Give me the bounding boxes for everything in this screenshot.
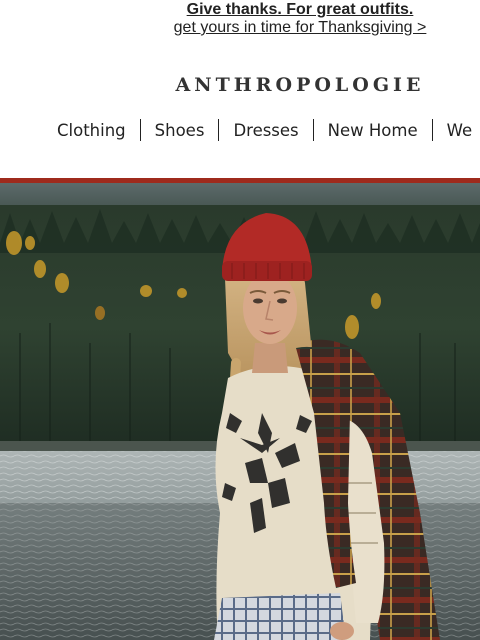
nav-separator — [431, 119, 433, 141]
nav-item-new-home[interactable]: New Home — [328, 121, 418, 140]
nav-item-shoes[interactable]: Shoes — [155, 121, 205, 140]
main-nav: Clothing Shoes Dresses New Home We — [57, 119, 472, 141]
nav-item-dresses[interactable]: Dresses — [233, 121, 298, 140]
hero-image[interactable] — [0, 183, 480, 640]
site-logo[interactable]: ANTHROPOLOGIE — [0, 74, 480, 96]
hero-photo — [0, 183, 480, 640]
nav-item-wedding[interactable]: We — [447, 121, 473, 140]
nav-separator — [139, 119, 141, 141]
page: Give thanks. For great outfits. get your… — [0, 0, 480, 640]
nav-separator — [312, 119, 314, 141]
promo-subline-link[interactable]: get yours in time for Thanksgiving > — [0, 18, 480, 38]
nav-separator — [218, 119, 220, 141]
promo-headline-link[interactable]: Give thanks. For great outfits. — [0, 0, 480, 20]
nav-item-clothing[interactable]: Clothing — [57, 121, 126, 140]
